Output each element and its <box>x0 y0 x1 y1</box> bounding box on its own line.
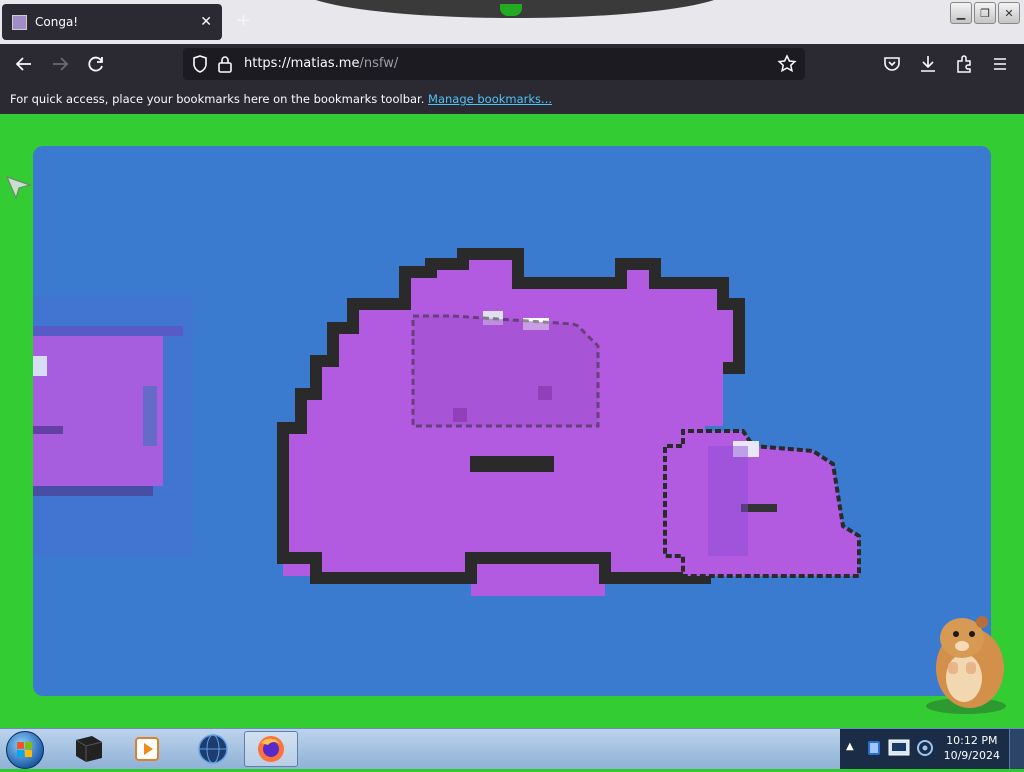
close-window-button[interactable]: ✕ <box>998 2 1020 24</box>
download-icon[interactable] <box>918 54 938 74</box>
tab-bar: Conga! ✕ + ▁ ❐ ✕ <box>0 0 1024 44</box>
start-orb[interactable] <box>6 731 44 769</box>
pocket-icon[interactable] <box>882 54 902 74</box>
bookmarks-hint: For quick access, place your bookmarks h… <box>10 92 552 106</box>
bookmark-star-icon[interactable] <box>777 54 797 78</box>
game-stage[interactable] <box>33 146 991 696</box>
menu-icon[interactable] <box>990 54 1010 74</box>
close-icon[interactable]: ✕ <box>200 14 212 30</box>
taskbar: ▲ 10:12 PM 10/9/2024 <box>0 728 1024 769</box>
tray-app-icon[interactable] <box>866 739 882 761</box>
url-host: https://matias.me <box>244 56 360 71</box>
clock[interactable]: 10:12 PM 10/9/2024 <box>944 733 1000 763</box>
ditto-sprite-small <box>663 429 861 578</box>
volume-icon[interactable] <box>916 739 934 761</box>
reload-icon[interactable] <box>86 54 106 74</box>
ditto-mouth <box>470 456 554 472</box>
window-controls: ▁ ❐ ✕ <box>950 2 1020 24</box>
show-desktop-button[interactable] <box>1009 729 1024 769</box>
tab-title: Conga! <box>35 15 79 29</box>
tab-conga[interactable]: Conga! ✕ <box>2 4 222 40</box>
arrow-cursor-icon <box>5 175 33 204</box>
extensions-icon[interactable] <box>954 54 974 74</box>
media-player-app[interactable] <box>120 731 174 767</box>
globe-app[interactable] <box>186 731 240 767</box>
bookmarks-hint-text: For quick access, place your bookmarks h… <box>10 92 425 106</box>
back-arrow-icon[interactable] <box>14 54 34 74</box>
tray-expand-icon[interactable]: ▲ <box>846 741 854 752</box>
page-content <box>0 114 1024 728</box>
manage-bookmarks-link[interactable]: Manage bookmarks... <box>428 92 552 106</box>
forward-arrow-icon[interactable] <box>50 54 70 74</box>
url-path: /nsfw/ <box>359 56 399 71</box>
clock-date: 10/9/2024 <box>943 749 1000 762</box>
conga-animation <box>33 248 861 596</box>
clock-time: 10:12 PM <box>946 734 998 747</box>
ditto-sprite-left <box>33 296 193 556</box>
shield-icon[interactable] <box>191 54 209 78</box>
hamster-pet[interactable] <box>922 606 1012 720</box>
terminal-app[interactable] <box>62 731 116 767</box>
network-icon[interactable] <box>888 737 910 763</box>
bookmarks-toolbar: For quick access, place your bookmarks h… <box>0 84 1024 114</box>
firefox-app[interactable] <box>244 731 298 767</box>
plus-icon[interactable]: + <box>236 10 251 31</box>
system-tray: ▲ 10:12 PM 10/9/2024 <box>840 729 1024 769</box>
tab-favicon-icon <box>12 14 27 30</box>
navigation-toolbar: https://matias.me/nsfw/ <box>0 44 1024 84</box>
notch-indicator <box>500 4 522 16</box>
url-bar[interactable]: https://matias.me/nsfw/ <box>183 48 805 80</box>
restore-button[interactable]: ❐ <box>974 2 996 24</box>
minimize-button[interactable]: ▁ <box>950 2 972 24</box>
url-text[interactable]: https://matias.me/nsfw/ <box>244 56 398 71</box>
lock-icon[interactable] <box>217 54 233 78</box>
